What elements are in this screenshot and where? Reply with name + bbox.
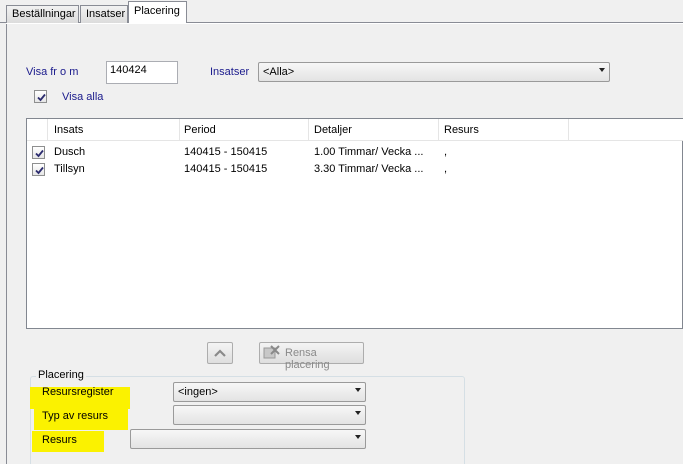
column-header-resurs[interactable]: Resurs <box>444 124 479 136</box>
rensa-placering-button[interactable]: Rensa placering <box>259 342 364 371</box>
chevron-down-icon <box>355 435 361 439</box>
chevron-up-icon <box>214 349 226 357</box>
column-separator <box>179 119 180 141</box>
cell-detaljer: 1.00 Timmar/ Vecka ... <box>314 146 424 158</box>
placering-group-title: Placering <box>36 369 86 381</box>
resursregister-dropdown[interactable]: <ingen> <box>173 382 366 402</box>
column-separator <box>438 119 439 141</box>
typ-av-resurs-dropdown[interactable] <box>173 405 366 425</box>
cell-detaljer: 3.30 Timmar/ Vecka ... <box>314 163 424 175</box>
chevron-down-icon <box>599 68 605 72</box>
cell-period: 140415 - 150415 <box>184 146 268 158</box>
checkmark-icon <box>37 93 46 102</box>
resurs-dropdown[interactable] <box>130 429 366 449</box>
cell-insats: Dusch <box>54 146 86 158</box>
cell-resurs: , <box>444 146 448 158</box>
column-separator <box>47 119 48 141</box>
move-up-button[interactable] <box>207 342 233 364</box>
visa-from-input[interactable]: 140424 <box>106 61 178 84</box>
row-checkbox[interactable] <box>32 146 45 159</box>
column-header-insats[interactable]: Insats <box>54 124 83 136</box>
list-header: Insats Period Detaljer Resurs <box>27 119 683 141</box>
cell-resurs: , <box>444 163 448 175</box>
insatser-dropdown[interactable]: <Alla> <box>258 62 610 82</box>
visa-from-label: Visa fr o m <box>26 66 79 78</box>
panel-top-border <box>6 23 683 24</box>
rensa-placering-label: Rensa placering <box>285 347 330 371</box>
chevron-down-icon <box>355 388 361 392</box>
tab-strip: Beställningar Insatser Placering <box>0 0 683 24</box>
insats-list[interactable]: Insats Period Detaljer Resurs Dusch 1404… <box>26 118 683 329</box>
tab-bestallningar[interactable]: Beställningar <box>6 5 79 23</box>
chevron-down-icon <box>355 411 361 415</box>
insatser-label: Insatser <box>210 66 250 78</box>
visa-alla-checkbox[interactable] <box>34 90 47 103</box>
column-separator <box>568 119 569 141</box>
checkmark-icon <box>35 149 44 158</box>
column-separator <box>308 119 309 141</box>
tab-placering[interactable]: Placering <box>128 1 187 23</box>
clear-placement-icon <box>263 345 280 359</box>
visa-alla-label: Visa alla <box>62 91 104 103</box>
resurs-label: Resurs <box>42 434 77 446</box>
insatser-selected-value: <Alla> <box>263 66 295 78</box>
row-checkbox[interactable] <box>32 163 45 176</box>
column-header-period[interactable]: Period <box>184 124 216 136</box>
typ-av-resurs-label: Typ av resurs <box>42 410 109 422</box>
cell-insats: Tillsyn <box>54 163 85 175</box>
cell-period: 140415 - 150415 <box>184 163 268 175</box>
table-row[interactable]: Dusch 140415 - 150415 1.00 Timmar/ Vecka… <box>27 145 682 161</box>
column-header-detaljer[interactable]: Detaljer <box>314 124 352 136</box>
resursregister-selected-value: <ingen> <box>178 386 218 398</box>
checkmark-icon <box>35 166 44 175</box>
tab-insatser[interactable]: Insatser <box>80 5 128 23</box>
resursregister-label: Resursregister <box>42 386 114 398</box>
table-row[interactable]: Tillsyn 140415 - 150415 3.30 Timmar/ Vec… <box>27 162 682 178</box>
visa-from-value: 140424 <box>110 64 147 76</box>
